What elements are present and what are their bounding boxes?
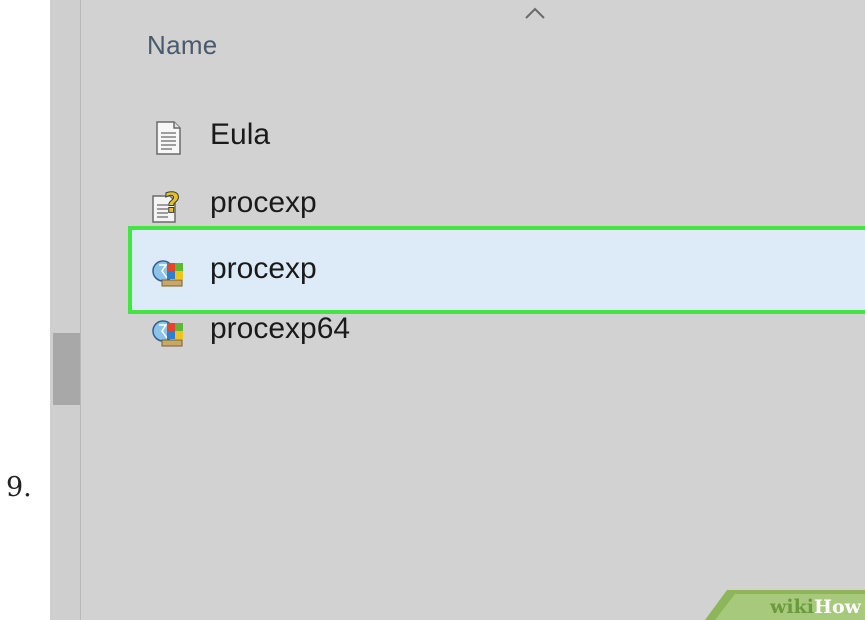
file-name: procexp [210, 252, 317, 285]
file-name: procexp [210, 186, 317, 219]
watermark-text: wikiHow [770, 596, 861, 618]
navigation-pane-edge [50, 0, 81, 620]
step-number: 9. [6, 472, 32, 503]
file-row-eula[interactable]: Eula [128, 108, 865, 168]
svg-text:?: ? [164, 188, 180, 219]
sort-ascending-icon [525, 7, 545, 19]
text-document-icon [156, 121, 181, 155]
file-explorer-screenshot: Name Eula ? procexp procexp procexp64 wi… [50, 0, 865, 620]
process-explorer-icon [152, 260, 183, 287]
scrollbar-thumb[interactable] [53, 333, 80, 405]
file-row-procexp-app-selected[interactable]: procexp [128, 226, 865, 314]
process-explorer-icon [152, 320, 183, 347]
wikihow-watermark: wikiHow [705, 590, 865, 620]
help-file-icon: ? [152, 188, 181, 223]
name-column-header[interactable]: Name [147, 30, 218, 61]
file-row-procexp64[interactable]: procexp64 [128, 302, 865, 362]
file-name: Eula [210, 118, 271, 151]
file-name: procexp64 [210, 312, 351, 345]
